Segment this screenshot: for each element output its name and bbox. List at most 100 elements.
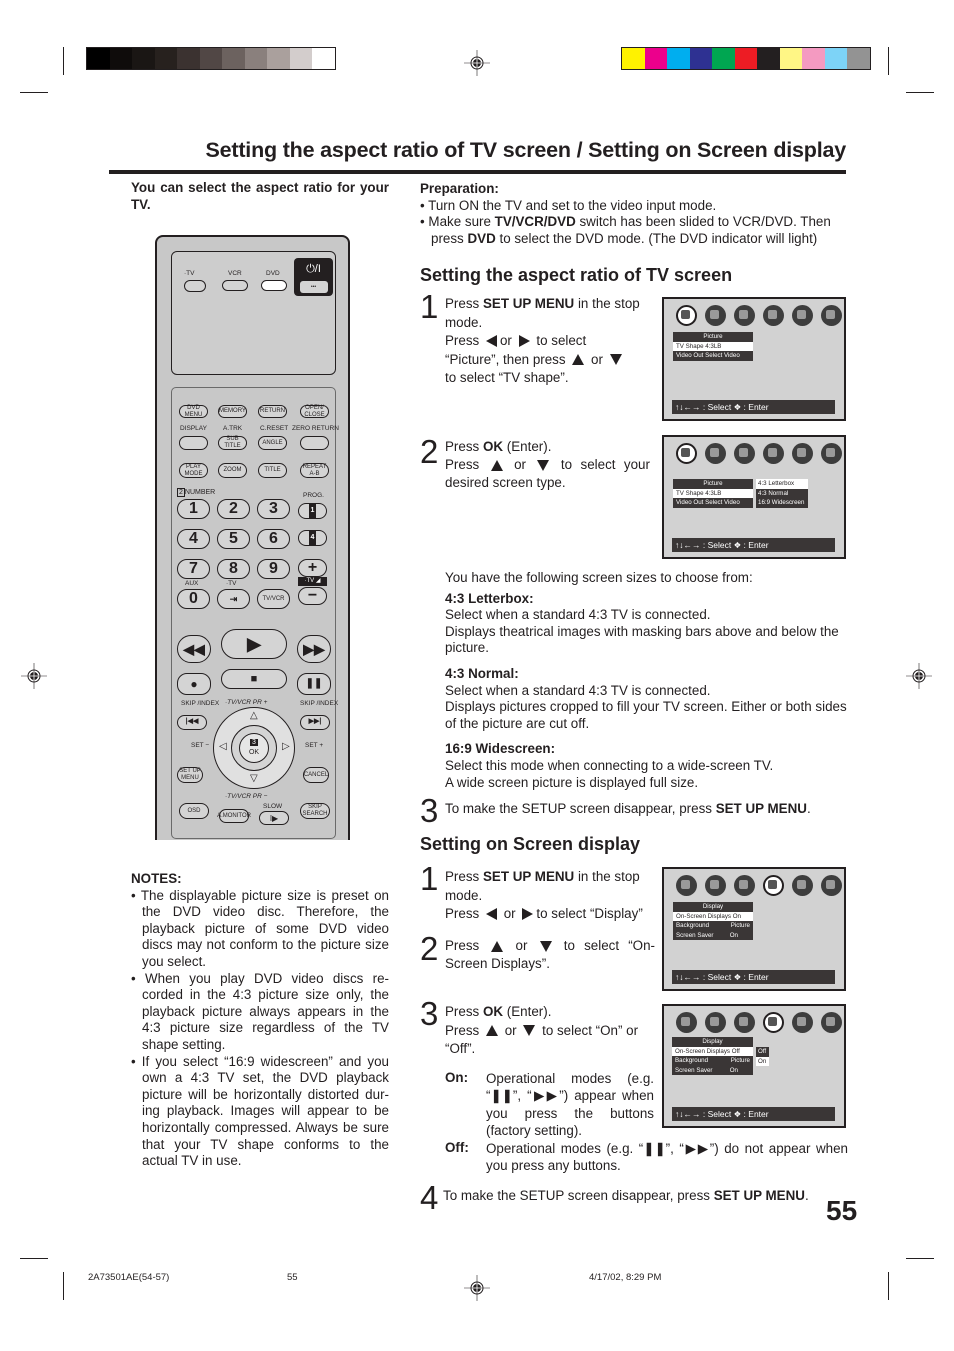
step-text: To make the SETUP screen disappear, pres… xyxy=(445,801,811,816)
gray-swatch xyxy=(132,48,155,69)
osd-menu-row: Video Out Select Video xyxy=(676,499,740,506)
step-text: Press OK (Enter). Press or to select you… xyxy=(445,439,650,490)
down-arrow-icon xyxy=(537,459,550,471)
step-number: 3 xyxy=(420,995,439,1032)
osd-footer: ↑↓←→ : Select ❖ : Enter xyxy=(672,538,835,552)
operation-menu-icon xyxy=(792,443,813,464)
osd-menu-row: On-Screen Displays On xyxy=(673,911,753,921)
dvd-button xyxy=(261,280,287,291)
crop-mark xyxy=(888,1272,889,1300)
zero-return-button xyxy=(300,436,329,450)
prog-1-button: 1 xyxy=(298,502,327,520)
angle-button: ANGLE xyxy=(258,436,287,450)
osd-menu: Picture TV Shape 4:3LB Video Out Select … xyxy=(673,479,753,508)
crop-mark xyxy=(63,47,64,75)
note-item: • When you play DVD video discs re-corde… xyxy=(131,970,389,1052)
digit-4-button: 4 xyxy=(177,529,210,549)
on-description: Operational modes (e.g. “❚❚”, “▶▶”) appe… xyxy=(486,1071,654,1138)
option-widescreen: 16:9 Widescreen: Select this mode when c… xyxy=(445,741,774,790)
repeat-button: REPEAT A-B xyxy=(300,463,329,478)
osd-menu-row: TV Shape 4:3LB xyxy=(673,341,753,351)
digit-1-button: 1 xyxy=(177,499,210,519)
footer-timestamp: 4/17/02, 8:29 PM xyxy=(589,1272,662,1283)
gray-swatch xyxy=(244,48,267,69)
left-arrow-icon: ◁ xyxy=(219,741,227,752)
up-arrow-icon xyxy=(485,1025,498,1037)
tv-vcr-button: TV/VCR xyxy=(257,589,290,609)
cancel-button: CANCEL xyxy=(303,767,329,783)
page-number: 55 xyxy=(826,1195,858,1226)
return-button: RETURN xyxy=(258,405,287,418)
initial-setup-icon xyxy=(821,305,842,326)
grayscale-bar xyxy=(86,47,336,70)
osd-footer: ↑↓←→ : Select ❖ : Enter xyxy=(672,970,835,984)
play-mode-button: PLAY MODE xyxy=(179,463,208,478)
registration-mark-icon xyxy=(464,1275,490,1301)
crop-mark xyxy=(906,92,934,93)
page-title: Setting the aspect ratio of TV screen / … xyxy=(205,138,846,162)
audio-menu-icon xyxy=(705,443,726,464)
section-heading-aspect: Setting the aspect ratio of TV screen xyxy=(420,265,733,285)
osd-icon-row xyxy=(676,1012,842,1033)
osd-menu: Picture TV Shape 4:3LB Video Out Select … xyxy=(673,332,753,361)
up-arrow-icon xyxy=(491,940,504,952)
picture-menu-icon xyxy=(676,443,697,464)
osd-screen-display-off: Display On-Screen Displays Off Backgroun… xyxy=(662,1004,846,1128)
color-swatch xyxy=(667,48,690,69)
digit-7-button: 7 xyxy=(177,559,210,579)
tv-volume-label: ·TV ◢ xyxy=(298,577,327,586)
color-swatch xyxy=(712,48,735,69)
title-rule xyxy=(109,170,846,174)
audio-menu-icon xyxy=(705,305,726,326)
step-text: Press OK (Enter). Press or to select “On… xyxy=(445,1004,639,1056)
digit-6-button: 6 xyxy=(257,529,290,549)
power-block: ⏻/I ••• xyxy=(294,258,333,296)
section-heading-osd: Setting on Screen display xyxy=(420,834,641,854)
color-swatch xyxy=(779,48,802,69)
skip-forward-button: ▶▶| xyxy=(300,715,330,730)
display-menu-icon xyxy=(763,305,784,326)
color-swatch xyxy=(757,48,780,69)
crop-mark xyxy=(20,92,48,93)
right-arrow-icon xyxy=(518,335,530,348)
up-arrow-icon: △ xyxy=(250,710,258,721)
operation-menu-icon xyxy=(792,1012,813,1033)
color-bar xyxy=(621,47,871,70)
osd-menu-row: Screen Saver On xyxy=(675,1066,738,1074)
display-menu-icon xyxy=(763,1012,784,1033)
initial-setup-icon xyxy=(821,875,842,896)
down-arrow-icon xyxy=(609,354,622,366)
step-number: 2 xyxy=(420,433,439,470)
registration-mark-icon xyxy=(464,50,490,76)
osd-icon-row xyxy=(676,305,842,326)
audio-menu-icon xyxy=(705,1012,726,1033)
vcr-button xyxy=(222,280,248,291)
digit-2-button: 2 xyxy=(217,499,250,519)
audio-menu-icon xyxy=(705,875,726,896)
option-letterbox: 4:3 Letterbox: Select when a standard 4:… xyxy=(445,590,839,656)
gray-swatch xyxy=(109,48,132,69)
operation-menu-icon xyxy=(792,875,813,896)
dvd-menu-button: DVD MENU xyxy=(179,405,208,418)
step-text: To make the SETUP screen disappear, pres… xyxy=(443,1188,809,1203)
slow-button: I▶ xyxy=(259,811,289,825)
osd-icon-row xyxy=(676,875,842,896)
display-menu-icon xyxy=(763,443,784,464)
skip-search-button: SKIP SEARCH xyxy=(300,803,330,819)
option-normal: 4:3 Normal: Select when a standard 4:3 T… xyxy=(445,665,847,731)
step-number: 1 xyxy=(420,860,439,897)
notes-section: NOTES: • The displayable picture size is… xyxy=(131,871,389,1170)
title-button: TITLE xyxy=(258,463,287,478)
setup-menu-button: SET UP MENU xyxy=(177,767,203,783)
up-arrow-icon xyxy=(572,354,585,366)
record-button: ● xyxy=(177,673,211,695)
osd-icon-row xyxy=(676,443,842,464)
operation-menu-icon xyxy=(792,305,813,326)
color-swatch xyxy=(622,48,645,69)
screen-size-options: You have the following screen sizes to c… xyxy=(445,570,850,791)
gray-swatch xyxy=(312,48,335,69)
down-arrow-icon xyxy=(539,940,552,952)
gray-swatch xyxy=(222,48,245,69)
initial-setup-icon xyxy=(821,443,842,464)
digit-9-button: 9 xyxy=(257,559,290,579)
